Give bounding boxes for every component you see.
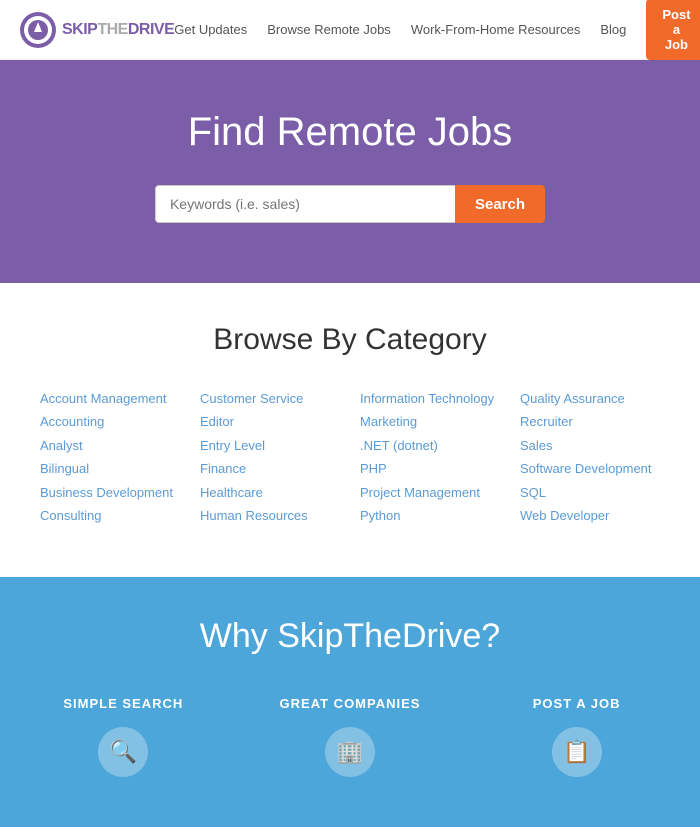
- search-button[interactable]: Search: [455, 185, 545, 223]
- simple-search-icon: 🔍: [98, 727, 148, 777]
- hero-title: Find Remote Jobs: [20, 110, 680, 155]
- why-item-great-companies: GREAT COMPANIES 🏢: [247, 696, 454, 777]
- category-column-1: Account Management Accounting Analyst Bi…: [40, 387, 180, 527]
- category-account-management[interactable]: Account Management: [40, 387, 180, 410]
- category-column-2: Customer Service Editor Entry Level Fina…: [200, 387, 340, 527]
- category-dotnet[interactable]: .NET (dotnet): [360, 434, 500, 457]
- logo-icon: [20, 12, 56, 48]
- category-marketing[interactable]: Marketing: [360, 410, 500, 433]
- category-section: Browse By Category Account Management Ac…: [0, 283, 700, 577]
- category-accounting[interactable]: Accounting: [40, 410, 180, 433]
- category-php[interactable]: PHP: [360, 457, 500, 480]
- category-quality-assurance[interactable]: Quality Assurance: [520, 387, 660, 410]
- category-information-technology[interactable]: Information Technology: [360, 387, 500, 410]
- category-grid: Account Management Accounting Analyst Bi…: [40, 387, 660, 527]
- nav-blog[interactable]: Blog: [600, 22, 626, 37]
- why-post-a-job-label: POST A JOB: [473, 696, 680, 711]
- category-human-resources[interactable]: Human Resources: [200, 504, 340, 527]
- why-item-post-a-job: POST A JOB 📋: [473, 696, 680, 777]
- category-consulting[interactable]: Consulting: [40, 504, 180, 527]
- why-great-companies-label: GREAT COMPANIES: [247, 696, 454, 711]
- logo-text: SKIPTHEDRIVE: [62, 21, 174, 39]
- category-recruiter[interactable]: Recruiter: [520, 410, 660, 433]
- why-simple-search-label: SIMPLE SEARCH: [20, 696, 227, 711]
- category-column-3: Information Technology Marketing .NET (d…: [360, 387, 500, 527]
- why-grid: SIMPLE SEARCH 🔍 GREAT COMPANIES 🏢 POST A…: [20, 696, 680, 777]
- why-item-simple-search: SIMPLE SEARCH 🔍: [20, 696, 227, 777]
- why-section: Why SkipTheDrive? SIMPLE SEARCH 🔍 GREAT …: [0, 577, 700, 827]
- category-column-4: Quality Assurance Recruiter Sales Softwa…: [520, 387, 660, 527]
- category-python[interactable]: Python: [360, 504, 500, 527]
- category-healthcare[interactable]: Healthcare: [200, 481, 340, 504]
- nav-get-updates[interactable]: Get Updates: [174, 22, 247, 37]
- post-a-job-icon: 📋: [552, 727, 602, 777]
- hero-section: Find Remote Jobs Search: [0, 60, 700, 283]
- why-title: Why SkipTheDrive?: [20, 617, 680, 656]
- category-sales[interactable]: Sales: [520, 434, 660, 457]
- category-bilingual[interactable]: Bilingual: [40, 457, 180, 480]
- great-companies-icon: 🏢: [325, 727, 375, 777]
- nav-work-from-home[interactable]: Work-From-Home Resources: [411, 22, 581, 37]
- category-title: Browse By Category: [40, 323, 660, 357]
- category-project-management[interactable]: Project Management: [360, 481, 500, 504]
- category-customer-service[interactable]: Customer Service: [200, 387, 340, 410]
- category-entry-level[interactable]: Entry Level: [200, 434, 340, 457]
- category-editor[interactable]: Editor: [200, 410, 340, 433]
- category-finance[interactable]: Finance: [200, 457, 340, 480]
- search-bar: Search: [20, 185, 680, 223]
- category-analyst[interactable]: Analyst: [40, 434, 180, 457]
- header: SKIPTHEDRIVE Get Updates Browse Remote J…: [0, 0, 700, 60]
- logo[interactable]: SKIPTHEDRIVE: [20, 12, 174, 48]
- search-input[interactable]: [155, 185, 455, 223]
- category-web-developer[interactable]: Web Developer: [520, 504, 660, 527]
- category-sql[interactable]: SQL: [520, 481, 660, 504]
- category-business-development[interactable]: Business Development: [40, 481, 180, 504]
- category-software-development[interactable]: Software Development: [520, 457, 660, 480]
- nav-browse-remote-jobs[interactable]: Browse Remote Jobs: [267, 22, 391, 37]
- post-job-button[interactable]: Post a Job: [646, 0, 700, 60]
- main-nav: Get Updates Browse Remote Jobs Work-From…: [174, 0, 700, 60]
